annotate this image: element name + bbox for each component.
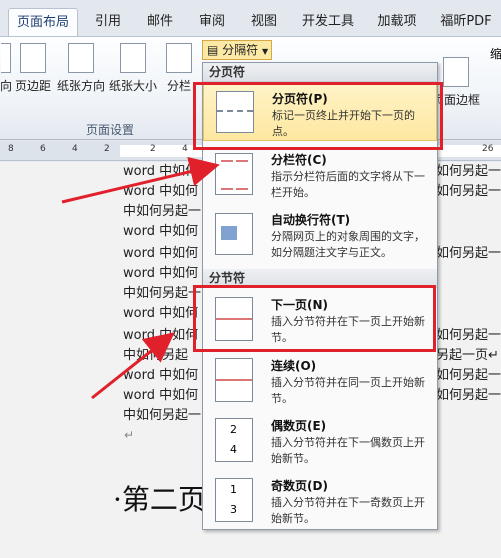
annotation-arrows (61, 156, 220, 400)
arrow-to-next-page (91, 332, 175, 400)
arrow-to-page-break (61, 156, 220, 204)
